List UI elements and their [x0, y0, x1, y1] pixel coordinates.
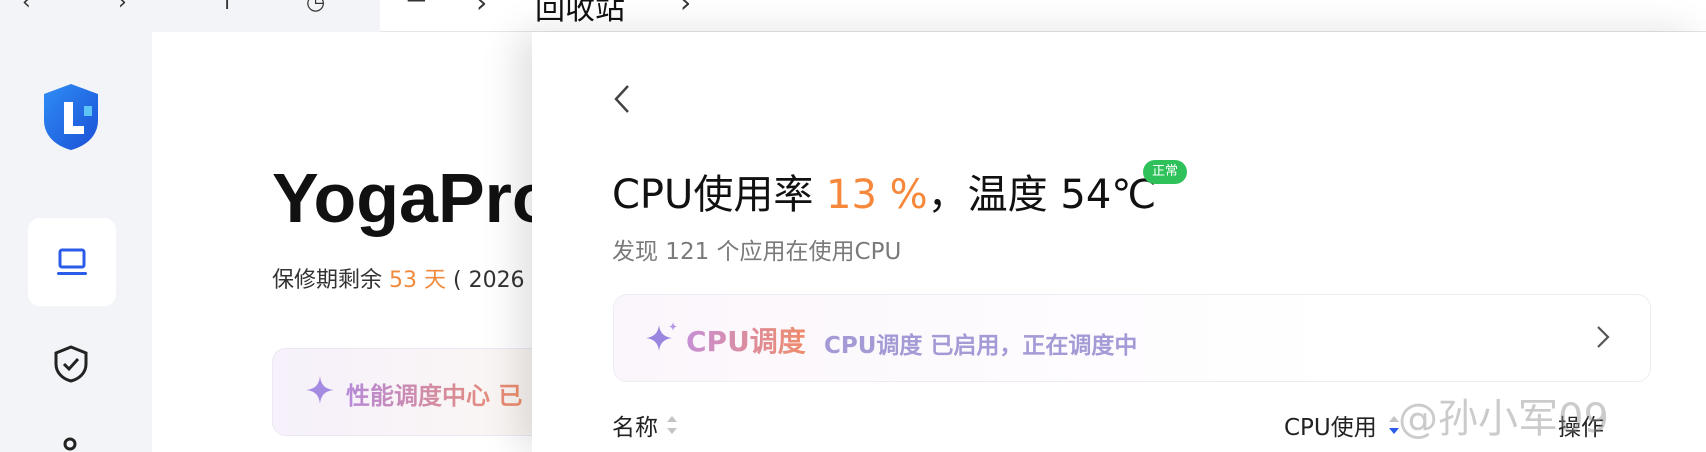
breadcrumb-chevron-icon[interactable]: ›: [680, 0, 691, 19]
cpu-temperature: ，温度 54℃: [927, 172, 1157, 218]
sort-icon[interactable]: [666, 414, 678, 436]
device-name: YogaPro: [272, 159, 555, 237]
cpu-schedule-title: CPU调度: [686, 320, 806, 360]
shield-check-icon[interactable]: [52, 344, 90, 384]
sparkle-icon: [306, 376, 334, 404]
cpu-usage-value: 13 %: [826, 172, 928, 218]
cpu-schedule-status: CPU调度 已启用，正在调度中: [824, 333, 1138, 359]
warranty-date: ( 2026: [446, 268, 525, 293]
status-badge: 正常: [1143, 160, 1188, 184]
app-count-text: 发现 121 个应用在使用CPU: [612, 239, 902, 265]
watermark: @孙小军09: [1398, 396, 1609, 442]
cpu-usage-title: CPU使用率 13 %，温度 54℃: [612, 162, 1156, 220]
forward-arrow-icon[interactable]: ›: [118, 0, 127, 15]
warranty-label: 保修期剩余: [272, 268, 389, 293]
warranty-info: 保修期剩余 53 天 ( 2026: [272, 262, 525, 294]
folder-icon[interactable]: ▀: [408, 0, 425, 15]
column-header-cpu[interactable]: CPU使用: [1284, 408, 1377, 442]
column-header-name[interactable]: 名称: [612, 408, 658, 442]
cpu-title-prefix: CPU使用率: [612, 172, 827, 218]
pin-icon[interactable]: ↑: [218, 0, 236, 15]
back-button[interactable]: [608, 82, 636, 116]
history-icon[interactable]: ◷: [306, 0, 325, 15]
chevron-right-icon[interactable]: [1594, 324, 1612, 350]
laptop-icon: [57, 248, 87, 275]
breadcrumb-separator-icon: ›: [476, 0, 488, 19]
breadcrumb-current[interactable]: 回收站: [535, 0, 625, 28]
app-logo-icon: [44, 84, 98, 150]
warranty-days: 53 天: [389, 268, 446, 293]
nav-item-more-icon[interactable]: [58, 436, 82, 452]
back-arrow-icon[interactable]: ‹: [22, 0, 31, 15]
sparkle-icon: [646, 322, 677, 351]
performance-center-label: 性能调度中心 已: [346, 376, 522, 411]
